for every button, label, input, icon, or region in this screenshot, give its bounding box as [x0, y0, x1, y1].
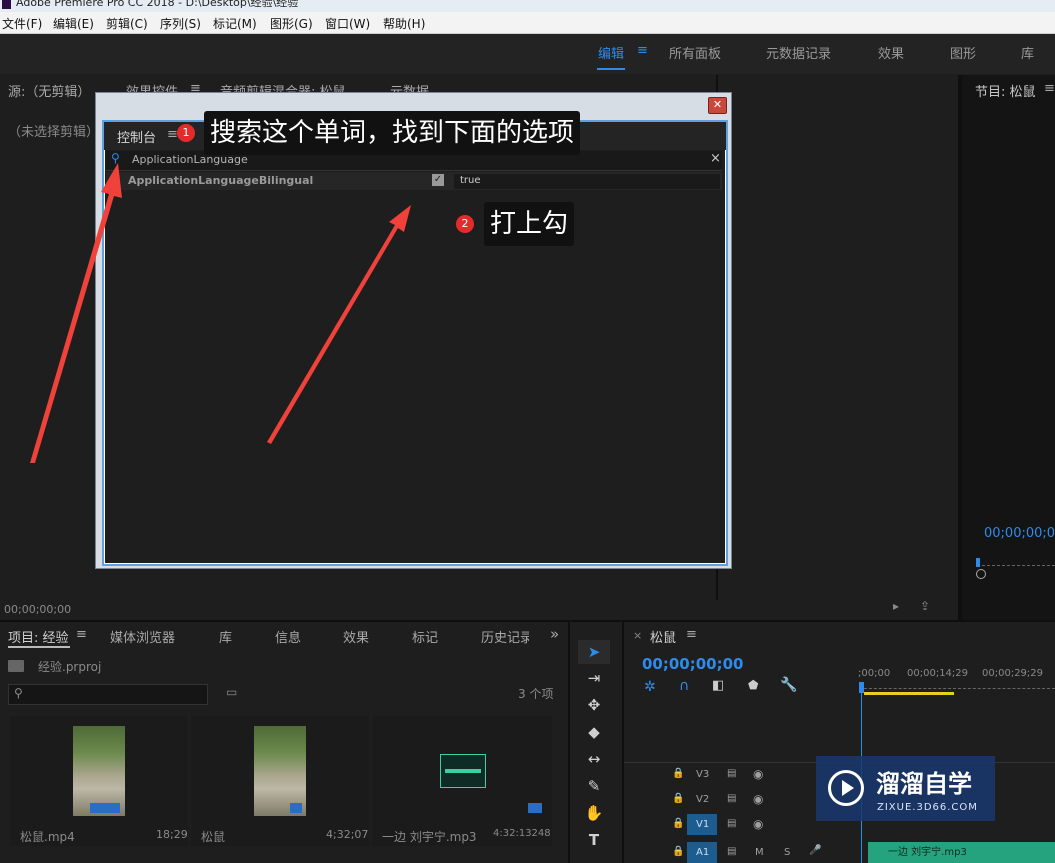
watermark-logo: 溜溜自学 ZIXUE.3D66.COM — [816, 756, 995, 821]
annotation-arrows — [30, 163, 411, 463]
arrow-to-checkbox-icon — [267, 205, 411, 444]
watermark-url: ZIXUE.3D66.COM — [877, 802, 978, 813]
watermark-text: 溜溜自学 — [876, 770, 972, 798]
arrow-to-search-icon — [30, 163, 122, 463]
play-triangle — [842, 780, 854, 796]
watermark-play-icon — [828, 770, 864, 806]
